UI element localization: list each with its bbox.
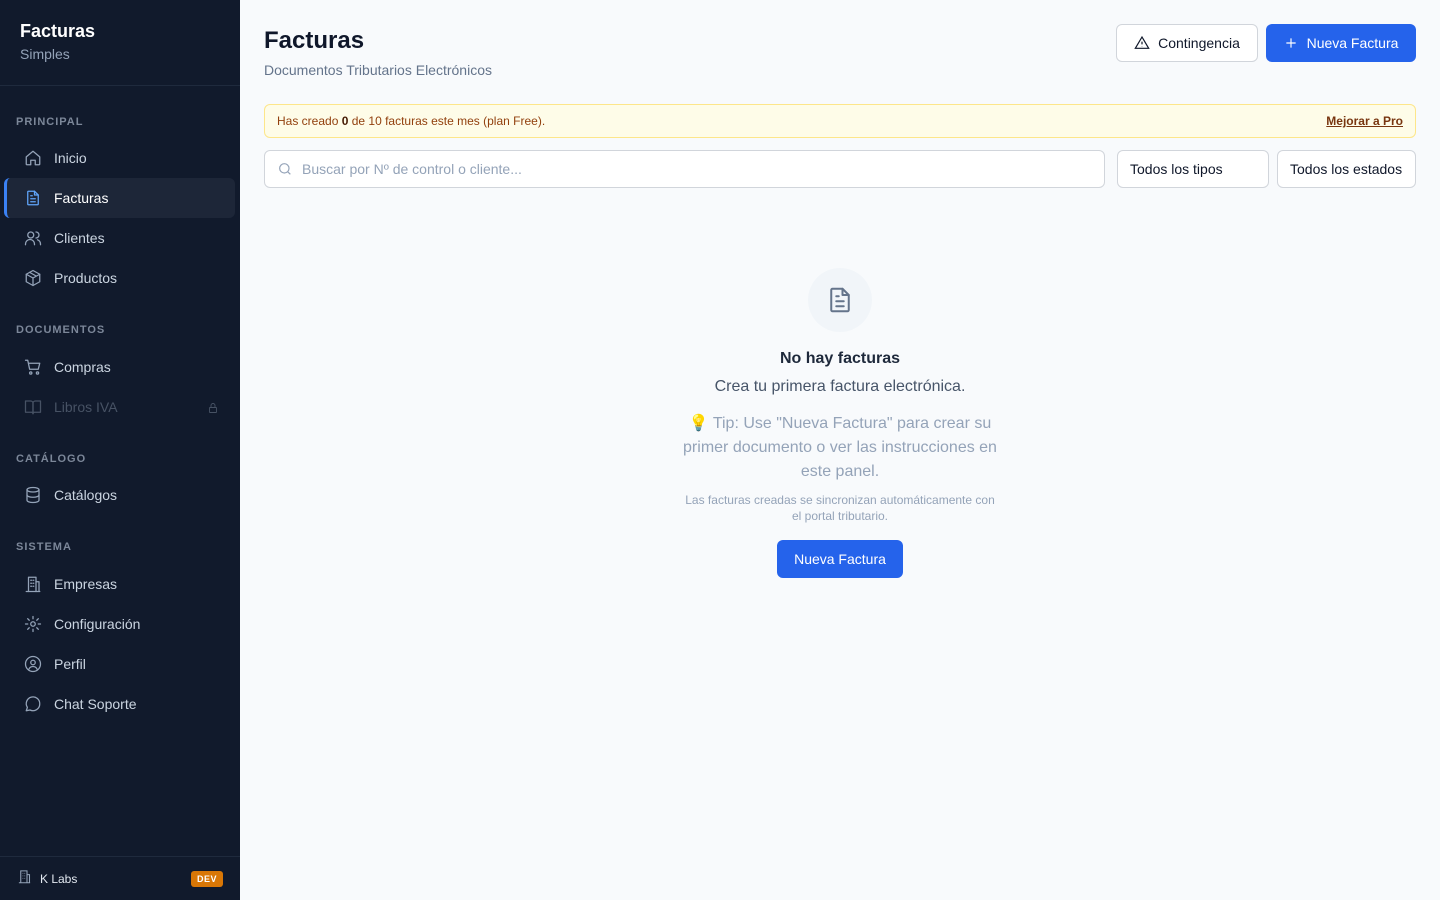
search-input[interactable] [302,161,1082,177]
banner-suffix: de 10 facturas este mes (plan Free). [348,114,546,128]
section-label-catalogo: CATÁLOGO [16,453,87,465]
type-filter-select[interactable]: Todos los tipos [1117,150,1269,188]
section-label-documentos: DOCUMENTOS [16,324,106,336]
banner-prefix: Has creado [277,114,342,128]
empty-state-icon-wrapper [808,268,872,332]
database-icon [24,486,42,504]
cart-icon [24,358,42,376]
sidebar: Facturas Simples PRINCIPAL Inicio Factur… [0,0,240,900]
sidebar-item-label: Clientes [54,230,105,246]
sidebar-item-label: Facturas [54,190,109,206]
brand-title: Facturas [20,21,96,41]
search-box[interactable] [264,150,1105,188]
sidebar-item-label: Chat Soporte [54,696,137,712]
home-icon [24,149,42,167]
status-filter-select[interactable]: Todos los estados [1277,150,1416,188]
contingency-button[interactable]: Contingencia [1116,24,1258,62]
env-badge: DEV [190,870,223,887]
book-icon [24,398,42,416]
gear-icon [24,615,42,633]
sidebar-item-label: Catálogos [54,487,118,503]
sidebar-item-label: Inicio [54,150,87,166]
warning-icon [1134,35,1150,49]
sidebar-item-label: Perfil [54,656,86,672]
empty-state-tip: 💡 Tip: Use "Nueva Factura" para crear su… [683,415,997,480]
plan-usage-banner: Has creado 0 de 10 facturas este mes (pl… [264,104,1416,138]
plus-icon [1285,38,1296,48]
empty-state-title: No hay facturas [779,350,901,367]
brand: Facturas Simples [0,0,240,86]
upgrade-link[interactable]: Mejorar a Pro [1326,114,1403,128]
sidebar-item-productos[interactable]: Productos [4,258,235,298]
section-label-principal: PRINCIPAL [16,116,84,128]
chat-icon [24,695,42,713]
sidebar-item-libros-iva: Libros IVA [4,387,235,427]
document-icon [830,287,850,313]
sidebar-item-label: Productos [54,270,118,286]
new-invoice-button-label: Nueva Factura [1306,35,1399,51]
sidebar-item-label: Compras [54,359,111,375]
sidebar-item-perfil[interactable]: Perfil [4,644,235,684]
user-circle-icon [24,655,42,673]
empty-state-description: Crea tu primera factura electrónica. [714,378,966,395]
sidebar-item-label: Configuración [54,616,141,632]
sidebar-item-facturas[interactable]: Facturas [4,178,235,218]
sidebar-item-catalogos[interactable]: Catálogos [4,475,235,515]
sidebar-item-clientes[interactable]: Clientes [4,218,235,258]
package-icon [24,269,42,287]
sidebar-item-chat-soporte[interactable]: Chat Soporte [4,684,235,724]
sidebar-item-inicio[interactable]: Inicio [4,138,235,178]
sidebar-footer[interactable]: K Labs DEV [0,856,240,900]
section-label-sistema: SISTEMA [16,541,72,553]
search-icon [279,163,291,175]
users-icon [24,229,42,247]
sidebar-item-configuracion[interactable]: Configuración [4,604,235,644]
banner-count: 0 [341,114,349,128]
page-subtitle: Documentos Tributarios Electrónicos [264,62,492,78]
contingency-button-label: Contingencia [1158,35,1240,51]
org-name: K Labs [40,871,78,886]
document-icon [24,189,42,207]
page-title: Facturas [264,27,365,54]
building-icon [24,575,42,593]
empty-state-new-invoice-button[interactable]: Nueva Factura [777,540,903,578]
building-icon [17,869,32,889]
sidebar-item-empresas[interactable]: Empresas [4,564,235,604]
sidebar-item-compras[interactable]: Compras [4,347,235,387]
new-invoice-button[interactable]: Nueva Factura [1266,24,1416,62]
lock-icon [207,401,219,413]
sidebar-item-label: Empresas [54,576,118,592]
brand-subtitle: Simples [20,46,70,62]
sidebar-item-label: Libros IVA [54,399,118,415]
empty-state-note: Las facturas creadas se sincronizan auto… [685,493,995,523]
